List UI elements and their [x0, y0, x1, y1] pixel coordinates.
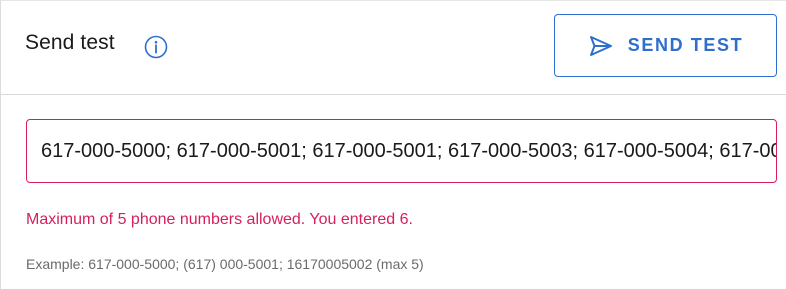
send-test-button-label: SEND TEST: [627, 35, 744, 55]
example-hint: Example: 617-000-5000; (617) 000-5001; 1…: [26, 256, 424, 272]
phone-numbers-input[interactable]: [26, 119, 777, 183]
send-test-panel: Send test SEND TEST Maximum of 5 phone n…: [0, 0, 786, 289]
send-icon: [589, 35, 612, 56]
info-icon[interactable]: [143, 34, 169, 60]
send-test-button[interactable]: SEND TEST: [554, 14, 777, 77]
panel-title: Send test: [25, 31, 115, 54]
panel-header: Send test SEND TEST: [1, 1, 786, 95]
error-message: Maximum of 5 phone numbers allowed. You …: [26, 211, 413, 228]
